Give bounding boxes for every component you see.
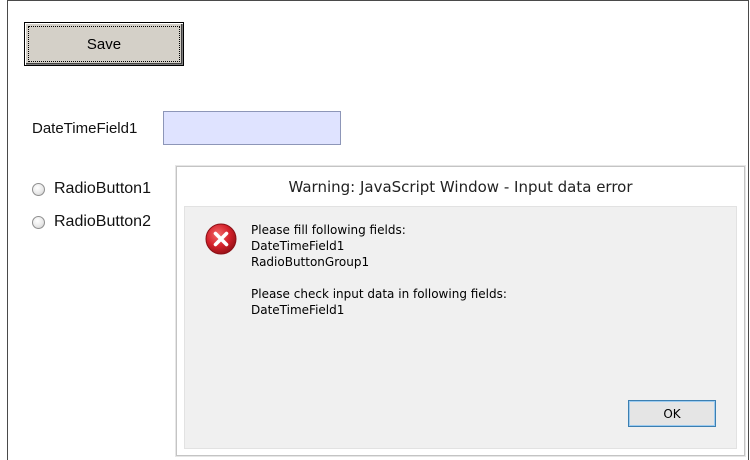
error-icon (205, 223, 237, 255)
radio-option-2-label: RadioButton2 (54, 213, 151, 230)
radio-circle-icon[interactable] (32, 182, 45, 196)
check-heading: Please check input data in following fie… (251, 287, 507, 301)
error-dialog: Warning: JavaScript Window - Input data … (176, 166, 745, 456)
radio-option-2[interactable]: RadioButton2 (32, 213, 151, 231)
radio-circle-icon[interactable] (32, 215, 45, 229)
save-button-focus-outline (28, 26, 180, 62)
fill-heading: Please fill following fields: (251, 223, 406, 237)
dialog-message: Please fill following fields: DateTimeFi… (251, 222, 507, 318)
ok-button[interactable]: OK (628, 400, 716, 427)
fill-field-item: DateTimeField1 (251, 239, 345, 253)
datetime-field-label: DateTimeField1 (32, 120, 138, 137)
ok-button-label: OK (663, 406, 681, 421)
datetime-field-input[interactable] (163, 111, 341, 145)
fill-field-item: RadioButtonGroup1 (251, 255, 370, 269)
radio-option-1[interactable]: RadioButton1 (32, 180, 151, 198)
check-field-item: DateTimeField1 (251, 303, 345, 317)
save-button[interactable]: Save (24, 22, 184, 66)
dialog-title: Warning: JavaScript Window - Input data … (288, 178, 633, 196)
radio-option-1-label: RadioButton1 (54, 180, 151, 197)
